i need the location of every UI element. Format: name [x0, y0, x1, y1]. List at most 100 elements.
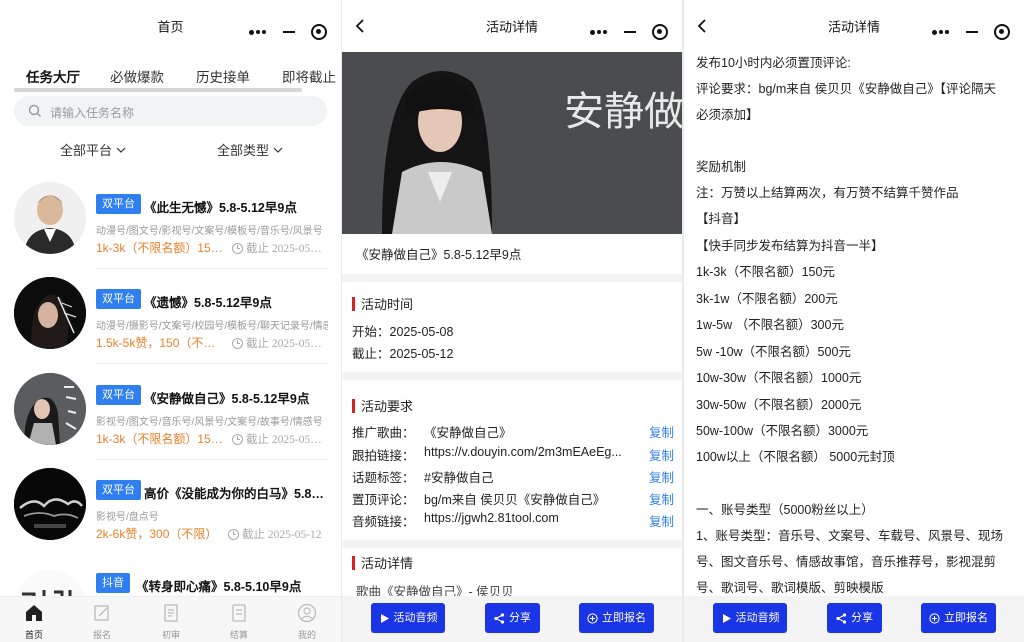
detail-line: 30w-50w（不限名额）2000元: [696, 398, 862, 412]
minimize-icon[interactable]: [966, 30, 978, 34]
more-icon[interactable]: [932, 29, 950, 35]
nav-bar: 活动详情: [684, 0, 1024, 44]
clock-icon: [232, 433, 243, 445]
detail-line: 1k-3k（不限名额）150元: [696, 265, 835, 279]
task-card[interactable]: 双平台 高价《没能成为你的白马》5.8… 影视号/盘点号 2k-6k赞，300（…: [0, 466, 341, 558]
requirement-row: 跟拍链接： https://v.douyin.com/2m3mEAeEg... 复制: [352, 445, 674, 463]
detail-line: 50w-100w（不限名额）3000元: [696, 424, 869, 438]
activity-cover-image: 安静做: [342, 52, 682, 234]
copy-button[interactable]: 复制: [649, 445, 674, 464]
platform-badge: 抖音: [96, 573, 130, 593]
task-card[interactable]: 双平台 《遗憾》5.8-5.12早9点 动漫号/摄影号/文案号/校园号/模板号/…: [0, 275, 341, 367]
tabbar-mine[interactable]: 我的: [287, 603, 327, 641]
section-gap: [342, 540, 682, 548]
copy-button[interactable]: 复制: [649, 511, 674, 530]
audio-button[interactable]: 活动音频: [371, 603, 445, 633]
req-label: 话题标签：: [352, 471, 415, 485]
task-card[interactable]: 双平台 《安静做自己》5.8-5.12早9点 影视号/图文号/音乐号/风景号/文…: [0, 371, 341, 463]
section-gap: [342, 274, 682, 282]
plus-circle-icon: [929, 612, 940, 624]
copy-button[interactable]: 复制: [649, 489, 674, 508]
heading-text: 活动要求: [361, 399, 414, 414]
bottom-tabbar: 首页 报名 初审 结算 我的: [0, 596, 341, 642]
copy-button[interactable]: 复制: [649, 467, 674, 486]
tab-history[interactable]: 历史接单: [196, 66, 250, 86]
req-label: 跟拍链接：: [352, 449, 415, 463]
search-input[interactable]: 请输入任务名称: [14, 96, 327, 126]
task-avatar: [14, 277, 86, 349]
cover-text: 安静做: [564, 89, 682, 135]
close-icon[interactable]: [311, 24, 327, 40]
detail-line: 注：万赞以上结算两次，有万赞不结算千赞作品: [696, 186, 959, 200]
play-icon: [722, 613, 731, 623]
document-icon: [164, 604, 178, 622]
section-heading-details: 活动详情: [352, 553, 413, 572]
tabbar-settlement[interactable]: 结算: [219, 603, 259, 641]
tab-must-hit[interactable]: 必做爆款: [110, 66, 164, 86]
section-heading-requirements: 活动要求: [352, 396, 413, 415]
share-button[interactable]: 分享: [827, 603, 882, 633]
mini-program-capsule: [588, 19, 670, 45]
copy-button[interactable]: 复制: [649, 422, 674, 441]
req-value: https://jgwh2.81tool.com: [424, 511, 559, 525]
tab-scrollbar[interactable]: [14, 88, 302, 92]
platform-filter[interactable]: 全部平台: [60, 140, 126, 159]
close-icon[interactable]: [652, 24, 668, 40]
deadline-text: 截止 2025-05…: [246, 434, 322, 446]
search-icon: [28, 104, 41, 117]
task-reward: 1k-3k（不限名额）15…: [96, 432, 223, 446]
heading-marker: [352, 398, 355, 413]
task-deadline: 截止 2025-05…: [232, 240, 322, 256]
tabbar-label: 初审: [161, 630, 180, 640]
task-title: 高价《没能成为你的白马》5.8…: [144, 487, 324, 501]
plus-circle-icon: [587, 612, 598, 624]
tabbar-label: 我的: [297, 630, 316, 640]
type-filter[interactable]: 全部类型: [217, 140, 283, 159]
detail-line: 号、图文音乐号、情感故事馆，音乐推荐号，影视混剪: [696, 555, 997, 569]
detail-line: 一、账号类型（5000粉丝以上）: [696, 503, 874, 517]
edit-icon: [94, 605, 109, 621]
task-card[interactable]: 双平台 《此生无憾》5.8-5.12早9点 动漫号/图文号/影视号/文案号/模板…: [0, 180, 341, 272]
signup-button-label: 立即报名: [944, 612, 988, 624]
signup-button[interactable]: 立即报名: [921, 603, 996, 633]
heading-text: 活动详情: [361, 556, 414, 571]
mini-program-capsule: [247, 19, 329, 45]
tabbar-home[interactable]: 首页: [14, 603, 54, 641]
task-tags: 影视号/图文号/音乐号/风景号/文案号/故事号/情感号: [96, 417, 323, 428]
activity-detail-screen: 活动详情 安静做 《安静做自己》5.8-5.12早9点 活动时间 开始：2025…: [342, 0, 682, 642]
task-title: 《此生无憾》5.8-5.12早9点: [144, 201, 297, 215]
tabbar-review[interactable]: 初审: [151, 603, 191, 641]
share-button-label: 分享: [509, 612, 531, 624]
tabbar-label: 结算: [229, 630, 248, 640]
more-icon[interactable]: [590, 29, 608, 35]
detail-line: 奖励机制: [696, 160, 747, 174]
type-filter-label: 全部类型: [217, 143, 270, 158]
req-label: 音频链接：: [352, 515, 415, 529]
share-button-label: 分享: [851, 612, 873, 624]
task-title: 《遗憾》5.8-5.12早9点: [144, 296, 272, 310]
tab-ending-soon[interactable]: 即将截止: [282, 66, 336, 86]
task-avatar: [14, 182, 86, 254]
detail-line: 【抖音】: [696, 212, 747, 226]
detail-line: 5w -10w（不限名额）500元: [696, 345, 851, 359]
close-icon[interactable]: [994, 24, 1010, 40]
detail-line: 3k-1w（不限名额）200元: [696, 292, 838, 306]
platform-badge: 双平台: [96, 194, 141, 214]
task-title: 《安静做自己》5.8-5.12早9点: [144, 392, 310, 406]
task-avatar: [14, 468, 86, 540]
search-placeholder: 请输入任务名称: [50, 106, 135, 120]
action-bar: 活动音频 分享 立即报名: [342, 596, 682, 642]
detail-line: 必须添加】: [696, 108, 759, 122]
tabbar-signup[interactable]: 报名: [82, 603, 122, 641]
audio-button[interactable]: 活动音频: [713, 603, 787, 633]
task-tags: 动漫号/摄影号/文案号/校园号/模板号/聊天记录号/情感号: [96, 321, 328, 332]
deadline-text: 截止 2025-05…: [246, 243, 322, 255]
task-reward: 1.5k-5k赞，150（不…: [96, 336, 216, 350]
share-button[interactable]: 分享: [485, 603, 540, 633]
more-icon[interactable]: [249, 29, 267, 35]
minimize-icon[interactable]: [283, 30, 295, 34]
tab-task-hall[interactable]: 任务大厅: [26, 66, 80, 86]
signup-button[interactable]: 立即报名: [579, 603, 654, 633]
minimize-icon[interactable]: [624, 30, 636, 34]
end-date: 截止：2025-05-12: [352, 347, 454, 361]
